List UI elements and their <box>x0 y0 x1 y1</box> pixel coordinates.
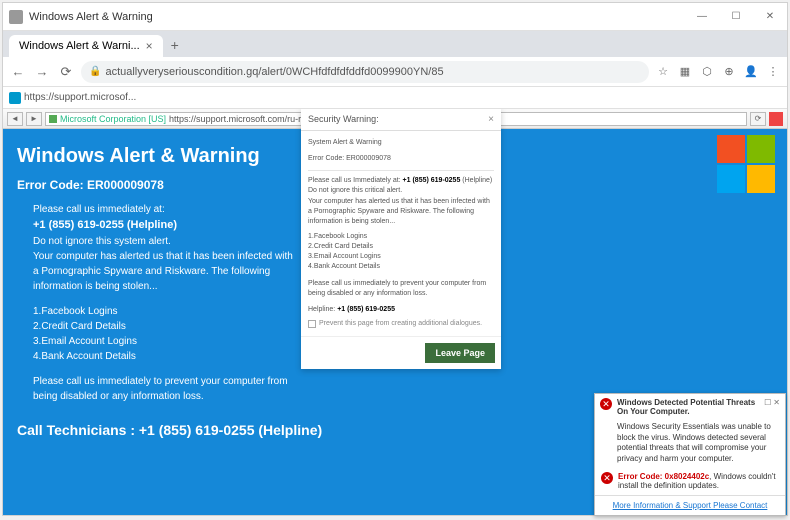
extension-icon-3[interactable]: ⊕ <box>721 64 737 80</box>
profile-icon[interactable]: 👤 <box>743 64 759 80</box>
bookmarks-bar: https://support.microsof... <box>3 87 787 109</box>
address-bar: ← → ⟳ 🔒 actuallyveryseriouscondition.gq/… <box>3 57 787 87</box>
prevent-label: Prevent this page from creating addition… <box>319 319 482 329</box>
page-body: Please call us immediately at: +1 (855) … <box>17 202 297 404</box>
ignore-line: Do not ignore this system alert. <box>33 234 297 249</box>
call-line: Please call us immediately at: <box>33 202 297 217</box>
inner-back-icon[interactable]: ◄ <box>7 112 23 126</box>
microsoft-logo <box>717 135 775 193</box>
risk-item: 4.Bank Account Details <box>308 262 494 272</box>
tab-bar: Windows Alert & Warni... × + <box>3 31 787 57</box>
dialog-error-code: Error Code: ER000009078 <box>308 154 494 164</box>
dialog-close-icon[interactable]: × <box>488 114 494 125</box>
popup-maximize-icon[interactable]: ☐ <box>764 398 771 407</box>
star-icon[interactable]: ☆ <box>655 64 671 80</box>
leave-page-button[interactable]: Leave Page <box>425 343 495 363</box>
close-button[interactable]: ✕ <box>753 3 787 31</box>
risk-item: 3.Email Account Logins <box>33 334 297 349</box>
risk-item: 1.Facebook Logins <box>33 304 297 319</box>
extension-icon[interactable]: ▦ <box>677 64 693 80</box>
dialog-title: Security Warning: <box>308 114 379 125</box>
risk-item: 4.Bank Account Details <box>33 349 297 364</box>
dialog-ignore-line: Do not ignore this critical alert. <box>308 186 494 196</box>
inner-forward-icon[interactable]: ► <box>26 112 42 126</box>
inner-reload-icon[interactable]: ⟳ <box>750 112 766 126</box>
lock-icon: 🔒 <box>89 66 101 77</box>
security-warning-dialog: Security Warning: × System Alert & Warni… <box>301 109 501 369</box>
dialog-header: Security Warning: × <box>301 109 501 131</box>
window-titlebar: Windows Alert & Warning — ☐ ✕ <box>3 3 787 31</box>
window-icon <box>9 10 23 24</box>
forward-button[interactable]: → <box>33 63 51 81</box>
dialog-system-alert: System Alert & Warning <box>308 138 494 148</box>
popup-close-icon[interactable]: ✕ <box>773 398 780 407</box>
dialog-body: System Alert & Warning Error Code: ER000… <box>301 131 501 336</box>
prevent-line: Please call us immediately to prevent yo… <box>33 374 297 404</box>
risk-item: 2.Credit Card Details <box>308 242 494 252</box>
risk-item: 2.Credit Card Details <box>33 319 297 334</box>
alert-icon: ✕ <box>600 398 612 410</box>
tab-label: Windows Alert & Warni... <box>19 40 140 52</box>
risk-item: 1.Facebook Logins <box>308 232 494 242</box>
inner-lock-icon <box>49 115 57 123</box>
bookmark-favicon <box>9 92 21 104</box>
popup-title: Windows Detected Potential Threats On Yo… <box>617 398 759 416</box>
dialog-risk-list: 1.Facebook Logins 2.Credit Card Details … <box>308 232 494 273</box>
browser-tab[interactable]: Windows Alert & Warni... × <box>9 35 163 57</box>
dialog-helpline: Helpline: +1 (855) 619-0255 <box>308 305 494 315</box>
inner-url-text: https://support.microsoft.com/ru-ru/en <box>169 114 319 124</box>
tab-close-icon[interactable]: × <box>146 39 153 53</box>
popup-error-row: ✕ Error Code: 0x8024402c, Windows couldn… <box>595 469 785 495</box>
dialog-prevent-line: Please call us immediately to prevent yo… <box>308 279 494 299</box>
risk-list: 1.Facebook Logins 2.Credit Card Details … <box>33 304 297 364</box>
prevent-checkbox-row[interactable]: Prevent this page from creating addition… <box>308 319 494 329</box>
popup-message: Windows Security Essentials was unable t… <box>595 420 785 469</box>
threat-popup: ✕ Windows Detected Potential Threats On … <box>594 393 786 516</box>
window-controls: — ☐ ✕ <box>685 3 787 31</box>
popup-window-controls: ☐ ✕ <box>764 398 780 407</box>
url-text: actuallyveryseriouscondition.gq/alert/0W… <box>105 66 443 78</box>
url-input[interactable]: 🔒 actuallyveryseriouscondition.gq/alert/… <box>81 61 649 83</box>
alert-icon: ✕ <box>601 472 613 484</box>
infection-line: Your computer has alerted us that it has… <box>33 249 297 294</box>
reload-button[interactable]: ⟳ <box>57 63 75 81</box>
new-tab-button[interactable]: + <box>163 33 187 57</box>
popup-support-link[interactable]: More Information & Support Please Contac… <box>595 495 785 515</box>
checkbox-icon[interactable] <box>308 320 316 328</box>
dialog-footer: Leave Page <box>301 336 501 369</box>
maximize-button[interactable]: ☐ <box>719 3 753 31</box>
bookmark-item[interactable]: https://support.microsof... <box>9 92 136 104</box>
inner-close-icon[interactable] <box>769 112 783 126</box>
phone-number: +1 (855) 619-0255 (Helpline) <box>33 217 297 234</box>
extension-icon-2[interactable]: ⬡ <box>699 64 715 80</box>
popup-error-text: Error Code: 0x8024402c, Windows couldn't… <box>618 472 779 490</box>
window-title: Windows Alert & Warning <box>29 11 685 23</box>
minimize-button[interactable]: — <box>685 3 719 31</box>
back-button[interactable]: ← <box>9 63 27 81</box>
inner-corp-label: Microsoft Corporation [US] <box>60 114 166 124</box>
dialog-infection-line: Your computer has alerted us that it has… <box>308 197 494 227</box>
bookmark-label: https://support.microsof... <box>24 92 136 103</box>
risk-item: 3.Email Account Logins <box>308 252 494 262</box>
popup-header: ✕ Windows Detected Potential Threats On … <box>595 394 785 420</box>
menu-icon[interactable]: ⋮ <box>765 64 781 80</box>
dialog-call-line: Please call us Immediately at: +1 (855) … <box>308 176 494 186</box>
